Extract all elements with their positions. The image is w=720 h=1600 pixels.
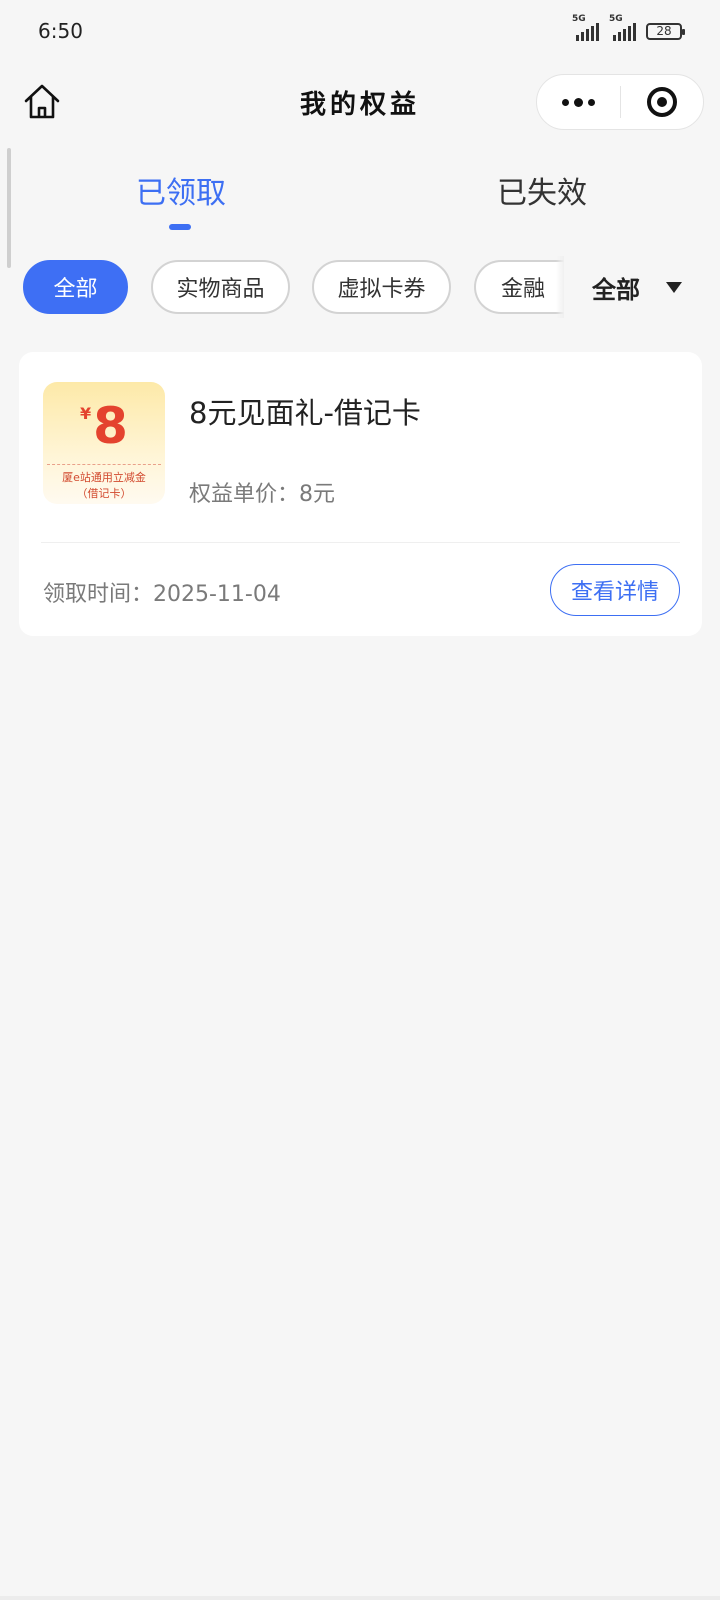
filter-chip-virtual-coupons[interactable]: 虚拟卡券: [312, 260, 451, 314]
status-bar: 6:50 5G 5G 28: [0, 0, 720, 62]
filter-scroll-fade: [556, 256, 564, 318]
more-button[interactable]: [537, 75, 620, 129]
more-dots-icon-right: [588, 98, 595, 106]
coupon-currency: ¥: [80, 404, 92, 423]
category-filter-bar: 全部 实物商品 虚拟卡券 金融 全部: [0, 256, 720, 318]
signal-icon: 5G: [572, 14, 599, 41]
network-type-label: 5G: [572, 14, 586, 24]
received-date: 领取时间：2025-11-04: [43, 582, 281, 607]
status-time: 6:50: [38, 19, 83, 43]
tab-received[interactable]: 已领取: [136, 168, 226, 212]
bottom-edge: [0, 1596, 720, 1600]
coupon-description-line2: （借记卡）: [76, 487, 132, 500]
filter-chip-finance[interactable]: 金融: [474, 260, 564, 314]
benefit-unit-price: 权益单价：8元: [189, 482, 335, 507]
benefit-title: 8元见面礼-借记卡: [189, 396, 421, 430]
tab-active-indicator: [169, 224, 191, 230]
battery-level: 28: [656, 24, 672, 38]
filter-dropdown[interactable]: 全部: [592, 260, 682, 314]
target-icon: [647, 87, 677, 117]
coupon-thumbnail: ¥8 厦e站通用立减金 （借记卡）: [43, 382, 165, 504]
view-details-button[interactable]: 查看详情: [550, 564, 680, 616]
coupon-divider: [47, 464, 161, 465]
coupon-amount: 8: [93, 397, 128, 455]
battery-icon: 28: [646, 22, 685, 40]
coupon-description: 厦e站通用立减金 （借记卡）: [43, 470, 165, 502]
close-mini-program-button[interactable]: [621, 75, 703, 129]
filter-dropdown-label: 全部: [592, 274, 640, 304]
card-divider: [41, 542, 680, 543]
benefit-card[interactable]: ¥8 厦e站通用立减金 （借记卡） 8元见面礼-借记卡 权益单价：8元 领取时间…: [19, 352, 702, 636]
more-dots-icon: [562, 98, 569, 106]
more-dots-icon-center: [574, 97, 583, 107]
network-type-label-secondary: 5G: [609, 14, 623, 24]
mini-program-capsule: [536, 74, 704, 130]
caret-down-icon: [666, 281, 682, 293]
status-tabs: 已领取 已失效: [0, 160, 720, 240]
status-icons: 5G 5G 28: [572, 14, 685, 41]
tab-expired[interactable]: 已失效: [497, 168, 587, 212]
coupon-description-line1: 厦e站通用立减金: [62, 471, 146, 484]
coupon-price: ¥8: [43, 394, 165, 458]
filter-chip-physical-goods[interactable]: 实物商品: [151, 260, 290, 314]
signal-icon-secondary: 5G: [609, 14, 636, 41]
filter-chip-all[interactable]: 全部: [23, 260, 128, 314]
navigation-bar: 我的权益: [0, 70, 720, 134]
